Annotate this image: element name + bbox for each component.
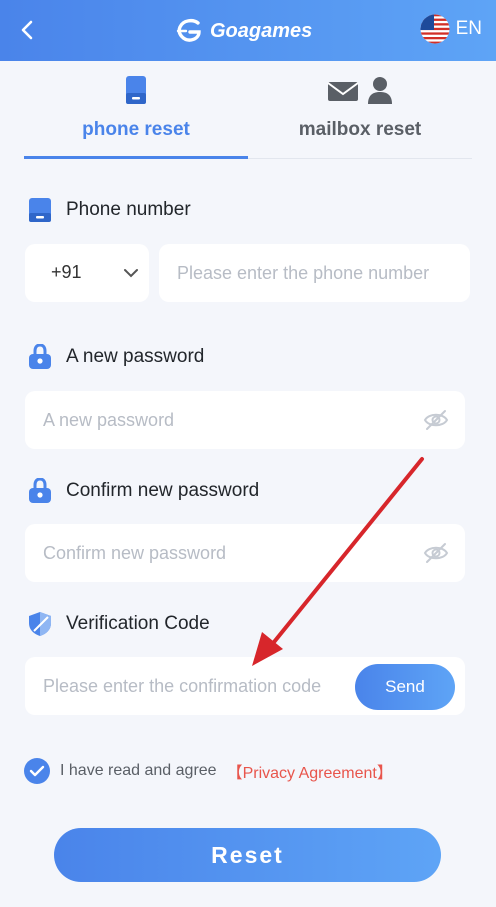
agreement-text: I have read and agree [60,762,217,779]
eye-off-icon[interactable] [423,409,449,431]
language-selector[interactable]: EN [420,14,482,44]
send-code-button[interactable]: Send [355,664,455,710]
tab-phone-reset-label: phone reset [82,119,190,140]
phone-number-input[interactable] [177,244,452,302]
lock-icon [29,344,51,369]
mail-icon [327,82,359,101]
reset-tabs: phone reset mailbox reset [24,61,472,159]
agreement-checkbox[interactable] [24,758,50,784]
logo-icon [176,18,201,42]
new-password-label-text: A new password [66,346,205,367]
logo-text: Goagames [210,19,313,42]
new-password-label: A new password [28,344,204,370]
confirm-password-field[interactable] [25,524,465,582]
verification-code-input[interactable] [43,657,341,715]
tab-mailbox-reset-label: mailbox reset [298,119,422,140]
logo: Goagames [176,16,312,46]
phone-number-label-text: Phone number [66,199,191,220]
verification-code-label-text: Verification Code [66,613,210,634]
phone-number-label: Phone number [28,197,191,223]
reset-button[interactable]: Reset [54,828,441,882]
eye-off-icon[interactable] [423,542,449,564]
new-password-field[interactable] [25,391,465,449]
tab-active-indicator [24,156,248,159]
confirm-password-label-text: Confirm new password [66,480,260,501]
country-code-value: +91 [51,262,82,282]
shield-icon [29,612,51,636]
verification-code-field[interactable]: Send [25,657,465,715]
phone-number-field[interactable] [159,244,470,302]
confirm-password-label: Confirm new password [28,478,259,504]
privacy-agreement-link[interactable]: 【Privacy Agreement】 [227,759,393,783]
checkmark-icon [29,765,45,777]
tab-phone-reset[interactable]: phone reset [24,61,248,159]
country-code-select[interactable]: +91 [25,244,149,302]
chevron-down-icon [124,269,138,278]
new-password-input[interactable] [43,391,405,449]
tab-mailbox-reset[interactable]: mailbox reset [248,61,472,159]
confirm-password-input[interactable] [43,524,405,582]
lock-icon [29,478,51,503]
user-icon [368,77,392,104]
language-label: EN [455,18,482,39]
phone-icon [126,76,146,104]
phone-icon [29,198,51,222]
us-flag-icon [420,14,450,44]
agreement-row: I have read and agree 【Privacy Agreement… [24,758,393,784]
app-header: Goagames EN [0,0,496,61]
back-icon[interactable] [14,16,42,44]
verification-code-label: Verification Code [28,611,210,637]
